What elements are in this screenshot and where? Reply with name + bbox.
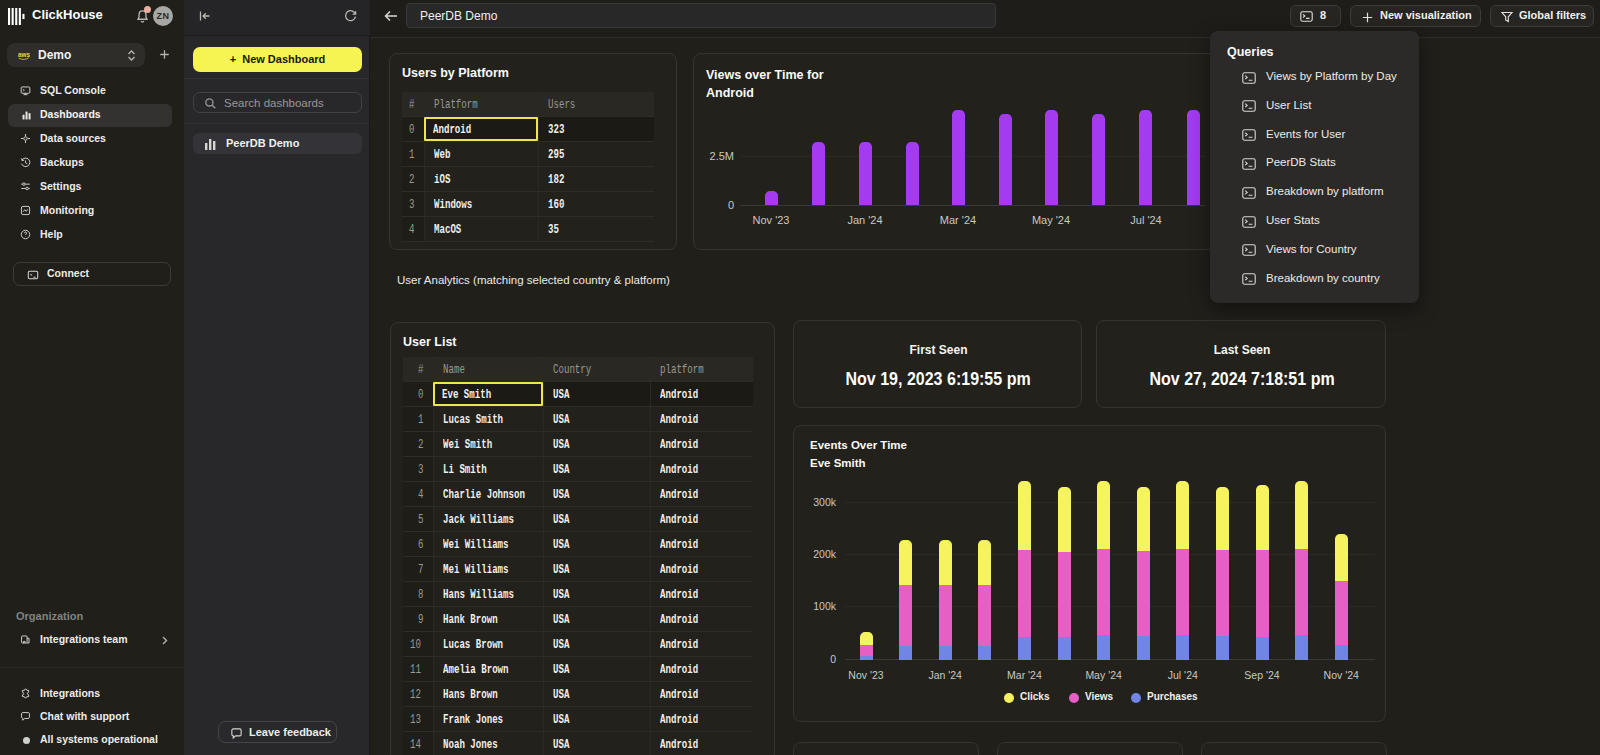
svg-text:aws: aws bbox=[18, 51, 30, 58]
